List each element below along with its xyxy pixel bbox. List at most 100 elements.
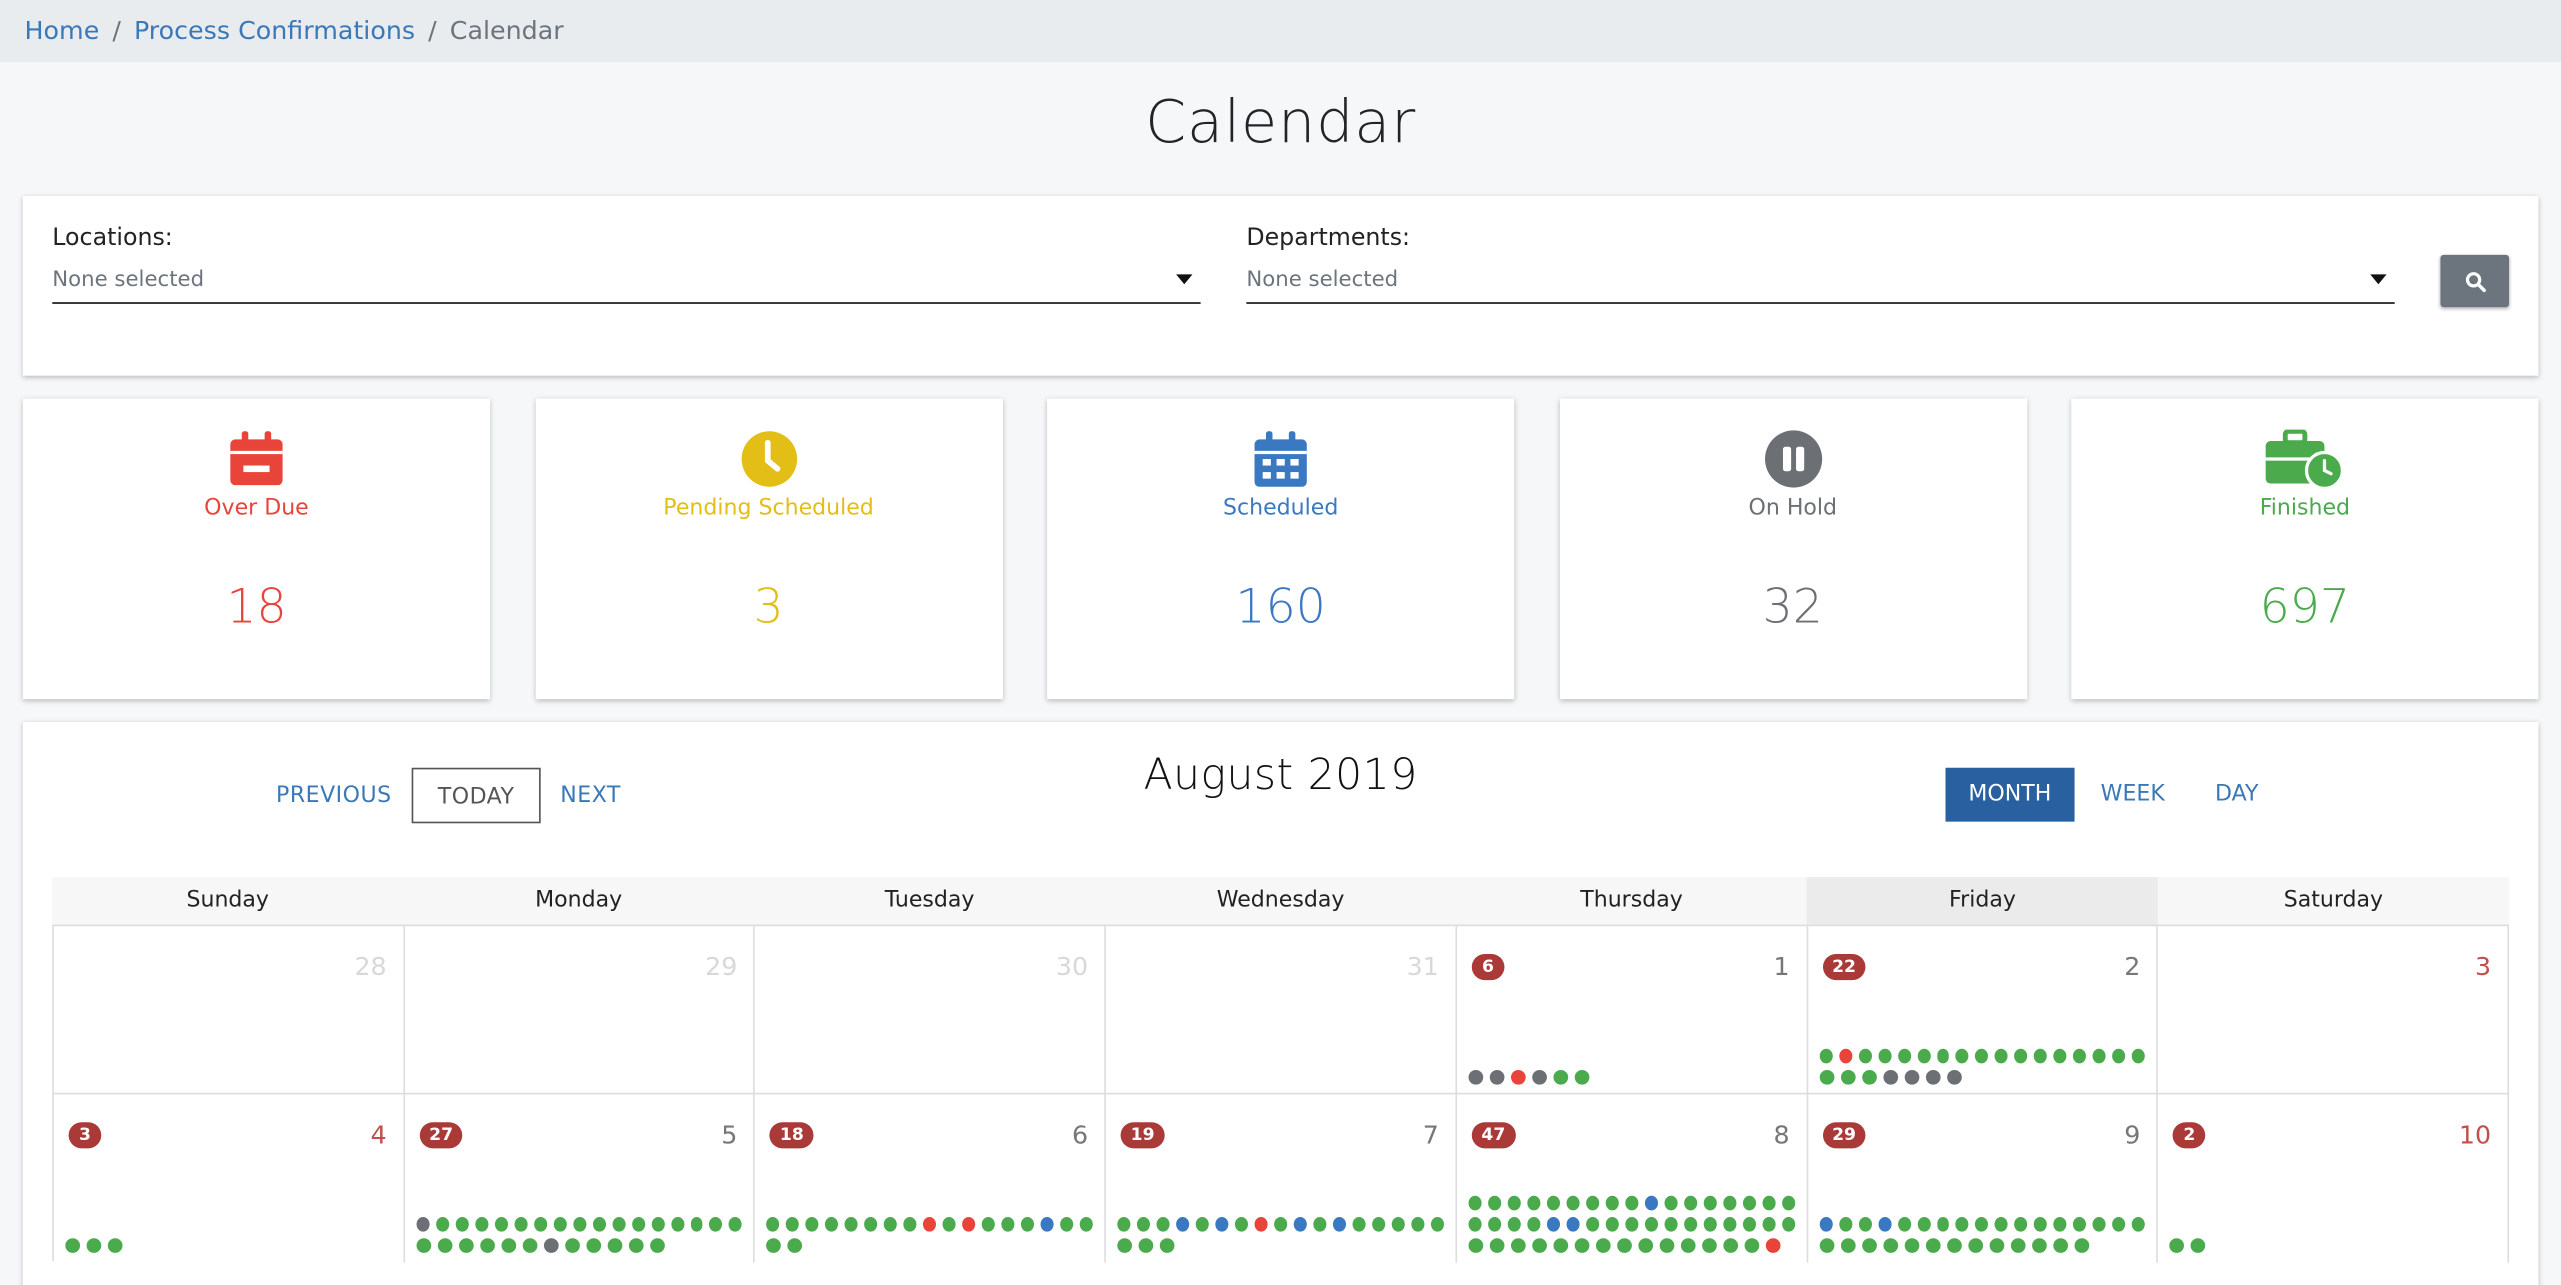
day-cell[interactable]: 3 (2158, 926, 2510, 1095)
event-dot[interactable] (1624, 1216, 1638, 1232)
event-dot[interactable] (611, 1216, 625, 1232)
day-number[interactable]: 28 (354, 952, 386, 981)
day-number[interactable]: 1 (1774, 952, 1790, 981)
day-number[interactable]: 31 (1407, 952, 1439, 981)
event-dot[interactable] (1861, 1069, 1877, 1085)
event-dot[interactable] (1487, 1195, 1501, 1211)
event-dot[interactable] (1040, 1216, 1054, 1232)
event-dot[interactable] (1507, 1216, 1521, 1232)
event-dot[interactable] (729, 1216, 743, 1232)
event-dot[interactable] (1858, 1216, 1872, 1232)
event-dot[interactable] (1683, 1216, 1697, 1232)
event-dot[interactable] (1995, 1216, 2009, 1232)
event-dot[interactable] (1936, 1216, 1950, 1232)
event-dot[interactable] (1916, 1216, 1930, 1232)
event-dot[interactable] (1391, 1216, 1405, 1232)
event-dot[interactable] (628, 1238, 644, 1253)
on-hold-card[interactable]: On Hold 32 (1559, 398, 2027, 700)
event-dot[interactable] (1553, 1238, 1568, 1253)
day-cell[interactable]: 28 (54, 926, 405, 1095)
event-dot[interactable] (1722, 1216, 1736, 1232)
event-dot[interactable] (1574, 1238, 1590, 1253)
event-dot[interactable] (1215, 1216, 1229, 1232)
day-cell[interactable]: 6 18 (755, 1094, 1107, 1263)
event-dot[interactable] (1117, 1216, 1131, 1232)
event-dot[interactable] (1967, 1238, 1983, 1253)
event-dot[interactable] (1489, 1069, 1505, 1085)
overdue-card[interactable]: Over Due 18 (22, 398, 491, 700)
event-dot[interactable] (1254, 1216, 1268, 1232)
event-dot[interactable] (1781, 1216, 1795, 1232)
event-dot[interactable] (1819, 1238, 1834, 1253)
event-count-badge[interactable]: 2 (2173, 1122, 2206, 1149)
event-dot[interactable] (1566, 1195, 1580, 1211)
event-dot[interactable] (1840, 1069, 1855, 1085)
event-dot[interactable] (1975, 1216, 1989, 1232)
event-dot[interactable] (1546, 1216, 1560, 1232)
event-dot[interactable] (1532, 1069, 1547, 1085)
event-dot[interactable] (2052, 1238, 2068, 1253)
event-dot[interactable] (1138, 1238, 1154, 1253)
event-dot[interactable] (2053, 1048, 2068, 1064)
event-dot[interactable] (805, 1216, 820, 1232)
event-dot[interactable] (1644, 1195, 1658, 1211)
event-dot[interactable] (1936, 1048, 1950, 1064)
event-dot[interactable] (1925, 1069, 1940, 1085)
event-dot[interactable] (1293, 1216, 1307, 1232)
day-cell[interactable]: 30 (755, 926, 1107, 1095)
day-number[interactable]: 4 (371, 1121, 387, 1150)
event-dot[interactable] (513, 1216, 528, 1232)
event-dot[interactable] (65, 1238, 81, 1253)
event-dot[interactable] (607, 1238, 622, 1253)
event-dot[interactable] (1156, 1216, 1170, 1232)
day-number[interactable]: 5 (721, 1121, 737, 1150)
event-dot[interactable] (884, 1216, 898, 1232)
day-number[interactable]: 3 (2475, 952, 2491, 981)
event-dot[interactable] (1527, 1216, 1541, 1232)
event-dot[interactable] (1274, 1216, 1288, 1232)
event-dot[interactable] (1975, 1048, 1989, 1064)
event-dot[interactable] (1532, 1238, 1547, 1253)
event-dot[interactable] (501, 1238, 516, 1253)
event-dot[interactable] (1903, 1238, 1919, 1253)
event-dot[interactable] (825, 1216, 839, 1232)
event-dot[interactable] (1659, 1238, 1675, 1253)
event-dot[interactable] (1858, 1048, 1872, 1064)
event-dot[interactable] (1838, 1048, 1852, 1064)
event-dot[interactable] (1680, 1238, 1696, 1253)
event-dot[interactable] (766, 1216, 780, 1232)
event-dot[interactable] (1595, 1238, 1611, 1253)
event-dot[interactable] (1553, 1069, 1568, 1085)
pending-scheduled-card[interactable]: Pending Scheduled 3 (534, 398, 1003, 700)
event-dot[interactable] (107, 1238, 123, 1253)
event-dot[interactable] (1468, 1195, 1482, 1211)
event-dot[interactable] (962, 1216, 976, 1232)
event-dot[interactable] (864, 1216, 878, 1232)
event-dot[interactable] (786, 1216, 800, 1232)
day-cell[interactable]: 9 29 (1808, 1094, 2159, 1263)
event-dot[interactable] (1021, 1216, 1035, 1232)
event-dot[interactable] (2014, 1048, 2028, 1064)
event-dot[interactable] (543, 1238, 559, 1253)
event-dot[interactable] (1703, 1195, 1717, 1211)
event-dot[interactable] (1176, 1216, 1190, 1232)
event-dot[interactable] (1605, 1216, 1619, 1232)
event-dot[interactable] (1903, 1069, 1919, 1085)
event-dot[interactable] (1605, 1195, 1619, 1211)
event-dot[interactable] (2169, 1238, 2185, 1253)
day-number[interactable]: 9 (2124, 1121, 2140, 1150)
day-cell[interactable]: 16 (1457, 926, 1808, 1095)
event-count-badge[interactable]: 22 (1822, 953, 1866, 981)
event-dot[interactable] (1946, 1069, 1962, 1085)
event-count-badge[interactable]: 47 (1471, 1122, 1516, 1149)
event-dot[interactable] (2112, 1216, 2126, 1232)
event-dot[interactable] (1664, 1195, 1678, 1211)
event-dot[interactable] (1644, 1216, 1658, 1232)
event-dot[interactable] (458, 1238, 474, 1253)
event-dot[interactable] (1683, 1195, 1697, 1211)
event-dot[interactable] (1988, 1238, 2004, 1253)
departments-select[interactable]: None selected (1246, 268, 2395, 304)
event-dot[interactable] (2014, 1216, 2028, 1232)
day-number[interactable]: 7 (1423, 1121, 1439, 1150)
day-cell[interactable]: 8 47 (1457, 1094, 1808, 1263)
